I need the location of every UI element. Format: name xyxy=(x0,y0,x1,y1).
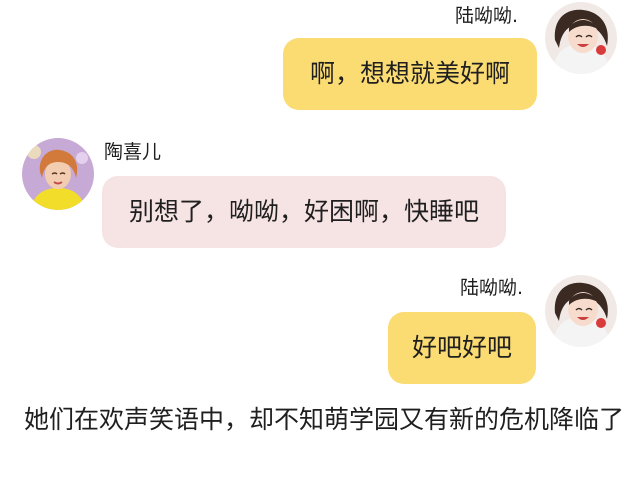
sender-name: 陆呦呦. xyxy=(460,277,524,299)
message-bubble: 好吧好吧 xyxy=(388,312,536,384)
message-bubble: 啊，想想就美好啊 xyxy=(283,38,537,110)
short-hair-girl-avatar-icon[interactable] xyxy=(22,138,94,210)
smiling-girl-avatar-icon[interactable] xyxy=(545,2,617,74)
sender-name: 陶喜儿 xyxy=(104,141,162,163)
smiling-girl-avatar-icon[interactable] xyxy=(545,275,617,347)
narration-text: 她们在欢声笑语中，却不知萌学园又有新的危机降临了 xyxy=(24,405,625,434)
message-bubble: 别想了，呦呦，好困啊，快睡吧 xyxy=(102,176,506,248)
sender-name: 陆呦呦. xyxy=(455,5,519,27)
